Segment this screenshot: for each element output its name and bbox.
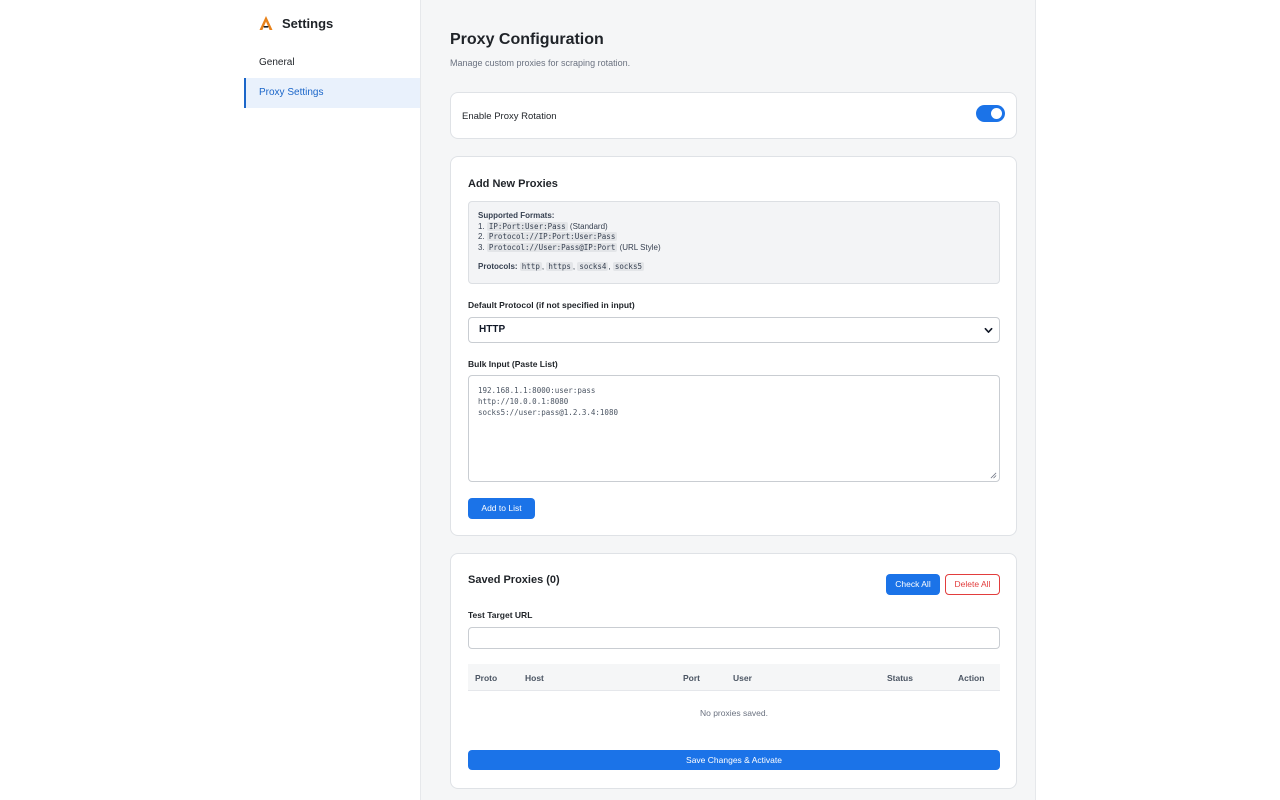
column-header-action: Action (958, 673, 985, 683)
sidebar-title: Settings (282, 15, 334, 31)
protocol-code: socks5 (612, 262, 644, 271)
protocols-line: Protocols: http, https, socks4, socks5 (478, 262, 644, 271)
supported-formats-box: Supported Formats: 1. IP:Port:User:Pass … (468, 201, 1000, 284)
protocols-label: Protocols: (478, 262, 518, 271)
add-proxies-heading: Add New Proxies (468, 178, 558, 190)
saved-proxies-card: Saved Proxies (0) Check All Delete All T… (450, 553, 1017, 789)
placeholder-line: socks5://user:pass@1.2.3.4:1080 (478, 408, 618, 417)
default-protocol-select[interactable]: HTTP (468, 317, 1000, 343)
formats-title: Supported Formats: (478, 211, 555, 220)
column-header-port: Port (683, 673, 700, 683)
test-url-input[interactable] (468, 627, 1000, 649)
sidebar-item-general[interactable]: General (244, 48, 420, 78)
protocol-code: http (519, 262, 542, 271)
rotation-label: Enable Proxy Rotation (462, 111, 557, 122)
column-header-user: User (733, 673, 752, 683)
add-to-list-button[interactable]: Add to List (468, 498, 535, 519)
format-item: 3. Protocol://User:Pass@IP:Port (URL Sty… (478, 242, 661, 252)
page-title: Proxy Configuration (450, 31, 604, 48)
rotation-toggle[interactable] (976, 105, 1005, 122)
placeholder-line: http://10.0.0.1:8080 (478, 397, 569, 406)
add-proxies-card: Add New Proxies Supported Formats: 1. IP… (450, 156, 1017, 536)
protocol-code: socks4 (577, 262, 609, 271)
check-all-button[interactable]: Check All (886, 574, 940, 595)
resize-handle-icon[interactable] (990, 472, 997, 479)
column-header-host: Host (525, 673, 544, 683)
save-changes-button[interactable]: Save Changes & Activate (468, 750, 1000, 770)
format-item: 1. IP:Port:User:Pass (Standard) (478, 221, 608, 231)
saved-proxies-heading: Saved Proxies (0) (468, 574, 560, 586)
bulk-input-textarea[interactable]: 192.168.1.1:8000:user:pass http://10.0.0… (468, 375, 1000, 482)
proxy-table-header: Proto Host Port User Status Action (468, 664, 1000, 691)
rotation-card: Enable Proxy Rotation (450, 92, 1017, 139)
empty-table-message: No proxies saved. (699, 708, 769, 718)
chevron-down-icon (984, 327, 993, 333)
format-code: IP:Port:User:Pass (486, 221, 568, 231)
app-logo-icon (259, 16, 273, 30)
selected-protocol: HTTP (479, 324, 506, 335)
page-subtitle: Manage custom proxies for scraping rotat… (450, 58, 631, 68)
sidebar-brand: Settings (244, 0, 420, 46)
sidebar-item-proxy-settings[interactable]: Proxy Settings (244, 78, 420, 108)
delete-all-button[interactable]: Delete All (945, 574, 1000, 595)
test-url-label: Test Target URL (468, 610, 533, 620)
column-header-status: Status (887, 673, 913, 683)
toggle-knob (991, 108, 1002, 119)
default-protocol-label: Default Protocol (if not specified in in… (468, 300, 635, 310)
format-code: Protocol://IP:Port:User:Pass (486, 232, 618, 241)
column-header-proto: Proto (475, 673, 498, 683)
placeholder-line: 192.168.1.1:8000:user:pass (478, 386, 596, 395)
sidebar: Settings General Proxy Settings (244, 0, 421, 800)
format-code: Protocol://User:Pass@IP:Port (486, 242, 618, 252)
format-item: 2. Protocol://IP:Port:User:Pass (478, 232, 618, 241)
protocol-code: https (546, 262, 573, 271)
bulk-input-label: Bulk Input (Paste List) (468, 359, 558, 369)
